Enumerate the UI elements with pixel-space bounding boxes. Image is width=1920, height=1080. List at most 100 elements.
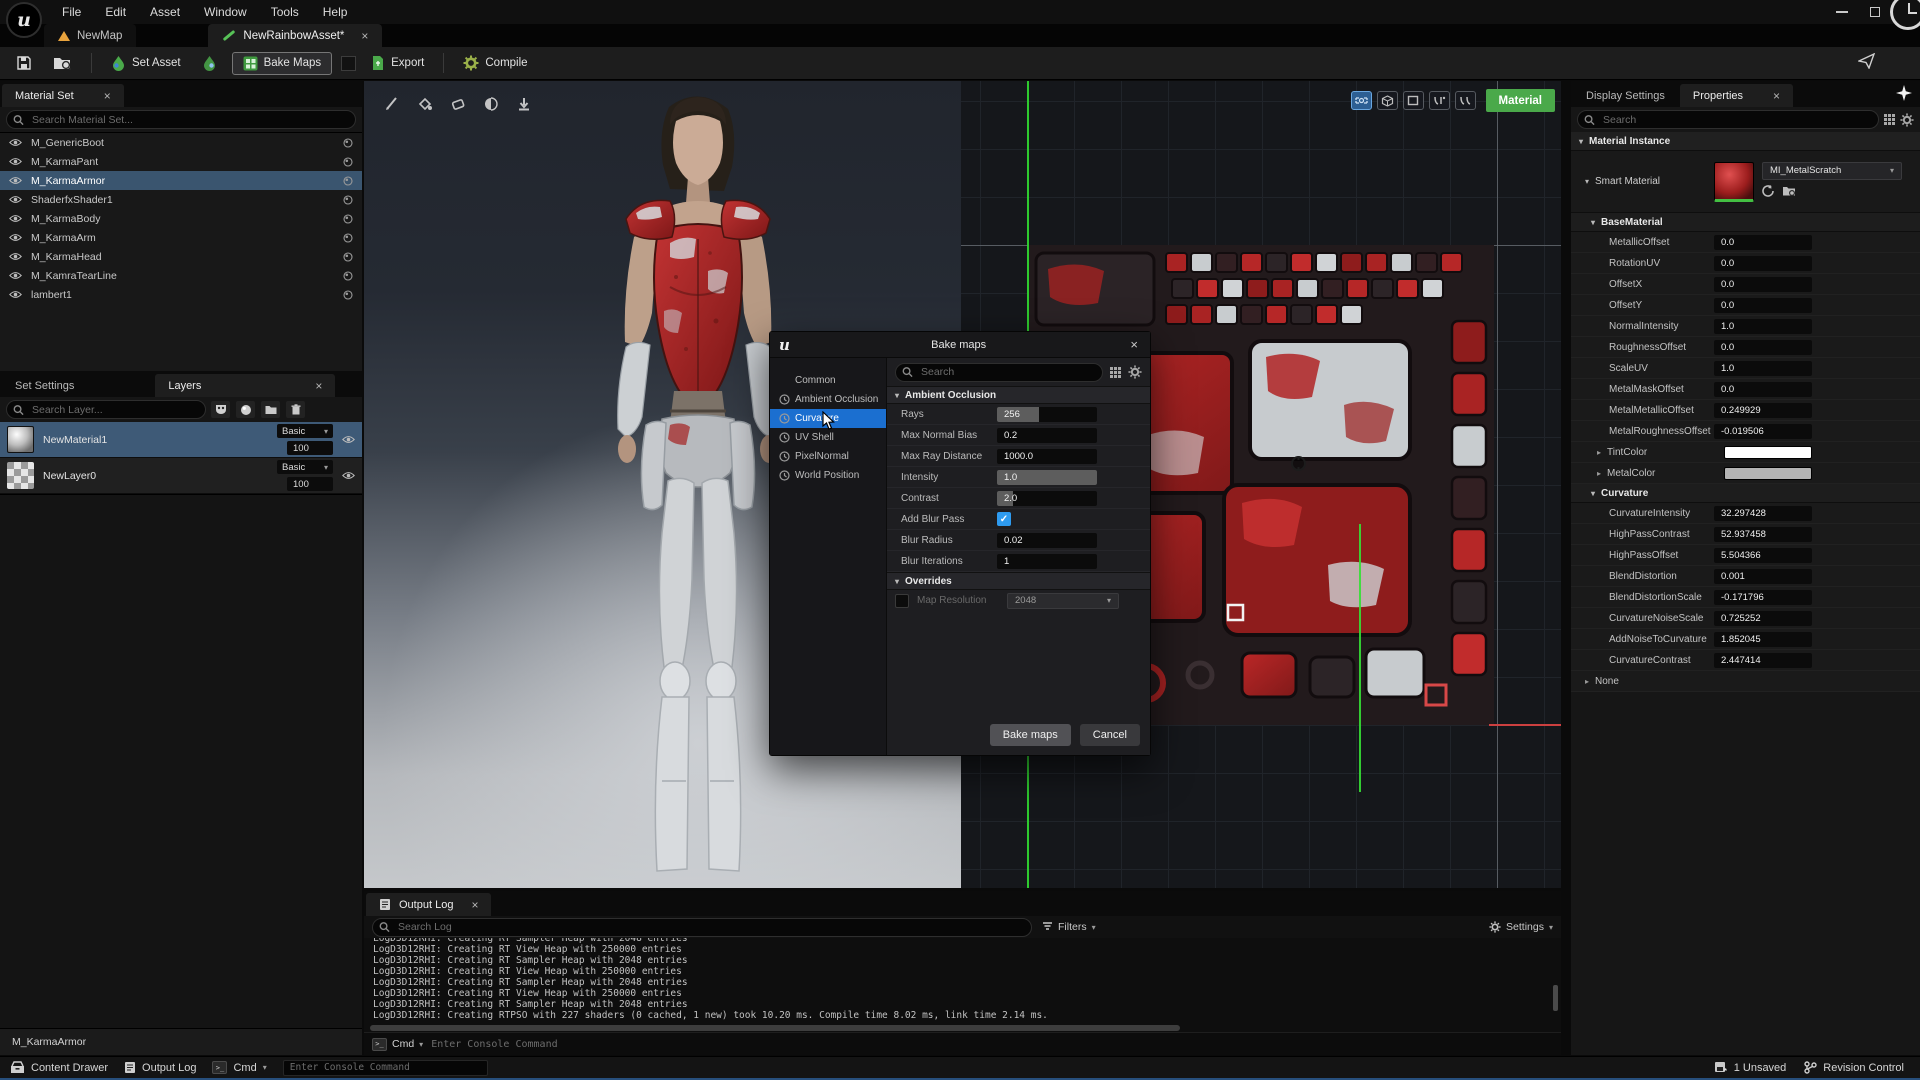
- minimize-button[interactable]: [1836, 11, 1848, 13]
- mask-icon[interactable]: [210, 400, 231, 419]
- menu-tools[interactable]: Tools: [261, 2, 309, 22]
- eye-icon[interactable]: [342, 471, 355, 480]
- unreal-engine-logo[interactable]: u: [6, 2, 42, 38]
- properties-search-input[interactable]: [1577, 110, 1879, 129]
- log-vertical-scrollbar[interactable]: [1553, 985, 1558, 1011]
- gear-icon[interactable]: [1128, 365, 1142, 379]
- bake-category-pixelnormal[interactable]: PixelNormal: [770, 447, 886, 466]
- property-value-field[interactable]: 1.852045: [1714, 632, 1812, 647]
- eye-icon[interactable]: [9, 233, 22, 242]
- frame-square-icon[interactable]: [1403, 91, 1424, 110]
- material-set-search-input[interactable]: [6, 110, 356, 129]
- maximize-button[interactable]: [1870, 7, 1880, 17]
- property-value-field[interactable]: 52.937458: [1714, 527, 1812, 542]
- material-item[interactable]: M_KarmaHead: [0, 247, 362, 266]
- property-value-field[interactable]: -0.019506: [1714, 424, 1812, 439]
- property-value-field[interactable]: 0.0: [1714, 298, 1812, 313]
- blend-mode-dropdown[interactable]: Basic▾: [277, 424, 333, 438]
- status-console-input[interactable]: [283, 1060, 488, 1076]
- log-horizontal-scrollbar[interactable]: [364, 1024, 1561, 1032]
- log-settings-dropdown[interactable]: Settings▾: [1489, 921, 1553, 933]
- log-search-input[interactable]: [372, 918, 1032, 937]
- property-value-field[interactable]: 0.725252: [1714, 611, 1812, 626]
- folder-icon[interactable]: [260, 400, 281, 419]
- material-mode-button[interactable]: Material: [1486, 89, 1555, 112]
- uv-channel-2-icon[interactable]: [1455, 91, 1476, 110]
- download-icon[interactable]: [513, 93, 535, 115]
- section-basematerial[interactable]: ▾BaseMaterial: [1571, 213, 1920, 232]
- menu-window[interactable]: Window: [194, 2, 257, 22]
- use-selected-icon[interactable]: [1762, 184, 1775, 202]
- content-drawer-button[interactable]: Content Drawer: [10, 1061, 108, 1074]
- compile-button[interactable]: Compile: [457, 51, 533, 75]
- bake-search-input[interactable]: [895, 363, 1103, 382]
- close-tab-icon[interactable]: ×: [94, 89, 111, 103]
- trash-icon[interactable]: [285, 400, 306, 419]
- color-swatch[interactable]: [341, 56, 356, 71]
- property-group-none[interactable]: ▸None: [1571, 671, 1920, 692]
- property-value-field[interactable]: 5.504366: [1714, 548, 1812, 563]
- grid-view-icon[interactable]: [1109, 366, 1122, 379]
- add-blur-pass-checkbox[interactable]: ✓: [997, 512, 1011, 526]
- eye-icon[interactable]: [9, 214, 22, 223]
- tab-properties[interactable]: Properties×: [1680, 84, 1793, 107]
- property-value-field[interactable]: 0.001: [1714, 569, 1812, 584]
- fill-icon[interactable]: [414, 93, 436, 115]
- property-value-field[interactable]: 1.0: [1714, 361, 1812, 376]
- properties-scroll-area[interactable]: ▾Material Instance ▾Smart Material MI_Me…: [1571, 132, 1920, 1055]
- frame-cube-icon[interactable]: [1377, 91, 1398, 110]
- asset-droplet-button[interactable]: [196, 51, 223, 75]
- bake-category-world-position[interactable]: World Position: [770, 466, 886, 485]
- tab-material-set[interactable]: Material Set ×: [2, 84, 124, 107]
- property-value-field[interactable]: 0.0: [1714, 235, 1812, 250]
- tab-output-log[interactable]: Output Log ×: [366, 893, 491, 916]
- smart-material-dropdown[interactable]: MI_MetalScratch▾: [1762, 162, 1902, 180]
- tab-layers[interactable]: Layers ×: [155, 374, 335, 397]
- log-console-input[interactable]: [431, 1039, 1553, 1050]
- layer-opacity-field[interactable]: 100: [287, 477, 333, 491]
- cmd-dropdown[interactable]: >_Cmd▾: [372, 1038, 423, 1051]
- eye-icon[interactable]: [342, 435, 355, 444]
- bake-field-input[interactable]: 1: [997, 554, 1097, 569]
- tab-newrainbowasset[interactable]: NewRainbowAsset* ×: [208, 24, 382, 47]
- eye-icon[interactable]: [9, 157, 22, 166]
- layer-search-input[interactable]: [6, 400, 206, 419]
- tab-set-settings[interactable]: Set Settings: [2, 374, 87, 397]
- section-material-instance[interactable]: ▾Material Instance: [1571, 132, 1920, 151]
- property-value-field[interactable]: -0.171796: [1714, 590, 1812, 605]
- viewport-gizmo-crosshair[interactable]: [1290, 455, 1307, 472]
- material-item[interactable]: M_KarmaArmor: [0, 171, 362, 190]
- property-value-field[interactable]: 1.0: [1714, 319, 1812, 334]
- save-button[interactable]: [10, 51, 38, 75]
- property-value-field[interactable]: 0.0: [1714, 277, 1812, 292]
- material-item[interactable]: lambert1: [0, 285, 362, 304]
- send-icon[interactable]: [1858, 53, 1876, 74]
- material-item[interactable]: M_KarmaBody: [0, 209, 362, 228]
- bake-category-common[interactable]: Common: [770, 371, 886, 390]
- log-lines[interactable]: LogD3D12RHI: Creating RT Sampler Heap wi…: [364, 938, 1561, 1024]
- layer-opacity-field[interactable]: 100: [287, 441, 333, 455]
- dialog-titlebar[interactable]: u Bake maps ×: [770, 332, 1150, 358]
- menu-asset[interactable]: Asset: [140, 2, 190, 22]
- section-curvature[interactable]: ▾Curvature: [1571, 484, 1920, 503]
- color-swatch[interactable]: [1724, 467, 1812, 480]
- export-button[interactable]: Export: [365, 51, 430, 75]
- property-value-field[interactable]: 0.249929: [1714, 403, 1812, 418]
- material-item[interactable]: M_KarmaPant: [0, 152, 362, 171]
- bake-field-input[interactable]: 2.0: [997, 491, 1097, 506]
- material-instance-thumbnail[interactable]: [1714, 162, 1754, 202]
- material-item[interactable]: ShaderfxShader1: [0, 190, 362, 209]
- tab-newmap[interactable]: NewMap: [44, 24, 136, 47]
- set-asset-button[interactable]: Set Asset: [105, 51, 187, 75]
- eye-icon[interactable]: [9, 271, 22, 280]
- unsaved-button[interactable]: * 1 Unsaved: [1714, 1061, 1787, 1074]
- property-value-field[interactable]: 0.0: [1714, 340, 1812, 355]
- menu-file[interactable]: File: [52, 2, 91, 22]
- cmd-dropdown[interactable]: >_ Cmd▾: [212, 1061, 266, 1074]
- menu-edit[interactable]: Edit: [95, 2, 136, 22]
- filters-dropdown[interactable]: Filters▾: [1042, 921, 1096, 933]
- property-value-field[interactable]: 2.447414: [1714, 653, 1812, 668]
- gear-icon[interactable]: [1900, 113, 1914, 127]
- revision-control-button[interactable]: Revision Control: [1804, 1061, 1904, 1074]
- bake-maps-button[interactable]: Bake maps: [990, 724, 1071, 746]
